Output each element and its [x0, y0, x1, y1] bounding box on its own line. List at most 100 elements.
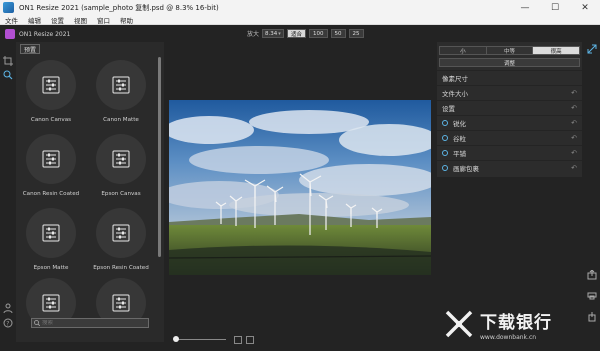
preset-thumbnail [96, 60, 146, 110]
preset-label: Epson Resin Coated [93, 265, 149, 271]
section-label: 像素尺寸 [442, 74, 468, 83]
zoom-tool-icon[interactable] [3, 70, 13, 80]
toggle-dot-icon[interactable] [442, 134, 448, 141]
preset-item[interactable]: Epson Resin Coated [86, 208, 156, 284]
zoom-slider-track[interactable] [176, 339, 226, 340]
reset-icon[interactable]: ↶ [571, 89, 577, 97]
app-icon [3, 2, 14, 13]
zoom-value: 8.34 [265, 30, 278, 37]
app-header: ON1 Resize 2021 放大 8.34 ▾ 适合 100 50 25 [0, 26, 600, 42]
preset-thumbnail [26, 208, 76, 258]
section-label: 设置 [442, 104, 455, 113]
preset-label: Canon Resin Coated [22, 191, 80, 197]
reset-icon[interactable]: ↶ [571, 134, 577, 142]
menu-view[interactable]: 视图 [69, 15, 92, 25]
section-settings[interactable]: 设置 ↶ [437, 100, 582, 114]
segment-medium[interactable]: 中等 [486, 47, 534, 55]
reset-icon[interactable]: ↶ [571, 149, 577, 157]
maximize-button[interactable]: ☐ [540, 0, 570, 15]
title-bar: ON1 Resize 2021 (sample_photo 复制.psd @ 8… [0, 0, 600, 15]
sliders-icon [112, 150, 130, 168]
minimize-button[interactable]: — [510, 0, 540, 15]
segment-small[interactable]: 小 [440, 47, 487, 55]
zoom-50-button[interactable]: 50 [330, 29, 346, 38]
preset-thumbnail [26, 60, 76, 110]
chevron-down-icon: ▾ [278, 30, 281, 37]
watermark-title: 下载银行 [480, 312, 552, 333]
sliders-icon [112, 294, 130, 312]
section-gallery-wrap[interactable]: 画廊包裹 ↶ [437, 160, 582, 174]
preset-label: Epson Matte [33, 265, 69, 271]
reset-icon[interactable]: ↶ [571, 119, 577, 127]
zoom-100-button[interactable]: 100 [309, 29, 328, 38]
zoom-label: 放大 [247, 31, 260, 38]
watermark-logo-icon [445, 310, 473, 338]
single-view-icon[interactable] [234, 336, 242, 344]
resize-tool-icon[interactable] [587, 44, 597, 54]
help-icon[interactable]: ? [3, 318, 13, 328]
menu-file[interactable]: 文件 [0, 15, 23, 25]
preset-thumbnail [96, 208, 146, 258]
photo-preview[interactable] [169, 100, 431, 275]
sliders-icon [42, 76, 60, 94]
menu-settings[interactable]: 设置 [46, 15, 69, 25]
sliders-icon [42, 294, 60, 312]
close-button[interactable]: ✕ [570, 0, 600, 15]
brand-name: ON1 Resize 2021 [19, 30, 71, 38]
reset-icon[interactable]: ↶ [571, 164, 577, 172]
toggle-dot-icon[interactable] [442, 119, 448, 126]
menu-edit[interactable]: 编辑 [23, 15, 46, 25]
sliders-icon [42, 224, 60, 242]
sliders-icon [42, 150, 60, 168]
segment-high[interactable]: 很高 [533, 47, 580, 55]
sliders-icon [112, 76, 130, 94]
section-tiling[interactable]: 平铺 ↶ [437, 145, 582, 159]
user-icon[interactable] [3, 303, 13, 313]
toggle-dot-icon[interactable] [442, 164, 448, 171]
preset-item[interactable]: Canon Canvas [16, 60, 86, 136]
preset-label: Canon Matte [103, 117, 139, 123]
sliders-icon [112, 224, 130, 242]
menu-help[interactable]: 帮助 [115, 15, 138, 25]
preset-item[interactable]: Epson Matte [16, 208, 86, 284]
zoom-fit-button[interactable]: 适合 [287, 29, 307, 38]
toggle-dot-icon[interactable] [442, 149, 448, 156]
preset-label: Canon Canvas [30, 117, 72, 123]
section-file-size[interactable]: 文件大小 ↶ [437, 85, 582, 99]
zoom-select[interactable]: 8.34 ▾ [262, 29, 285, 38]
search-input[interactable] [42, 320, 142, 326]
preset-thumbnail [96, 134, 146, 184]
compare-view-icon[interactable] [246, 336, 254, 344]
settings-panel: 小 中等 很高 调整 像素尺寸 文件大小 ↶ 设置 ↶ 锐化 ↶ 谷粒 ↶ 平铺… [437, 42, 582, 177]
reset-icon[interactable]: ↶ [571, 104, 577, 112]
search-icon [34, 320, 40, 326]
section-label: 平铺 [453, 149, 466, 158]
zoom-25-button[interactable]: 25 [348, 29, 364, 38]
watermark-url: www.downbank.cn [480, 333, 537, 341]
print-icon[interactable] [587, 290, 597, 300]
tab-presets[interactable]: 预置 [20, 44, 41, 54]
section-label: 锐化 [453, 119, 466, 128]
export-icon[interactable] [587, 270, 597, 280]
menu-window[interactable]: 窗口 [92, 15, 115, 25]
preset-label: Epson Canvas [101, 191, 141, 197]
adjust-button[interactable]: 调整 [439, 58, 580, 67]
quality-segmented-control: 小 中等 很高 [439, 46, 580, 55]
canvas-bottom-bar [164, 334, 436, 346]
preset-search[interactable] [31, 318, 149, 328]
section-sharpen[interactable]: 锐化 ↶ [437, 115, 582, 129]
preset-item[interactable]: Canon Resin Coated [16, 134, 86, 210]
section-label: 文件大小 [442, 89, 468, 98]
section-grain[interactable]: 谷粒 ↶ [437, 130, 582, 144]
preset-item[interactable]: Canon Matte [86, 60, 156, 136]
preset-item[interactable]: Epson Canvas [86, 134, 156, 210]
crop-tool-icon[interactable] [3, 56, 13, 66]
zoom-slider-thumb[interactable] [173, 336, 179, 342]
section-pixel-dimensions[interactable]: 像素尺寸 [437, 70, 582, 84]
zoom-controls: 放大 8.34 ▾ 适合 100 50 25 [247, 29, 364, 38]
watermark: 下载银行 www.downbank.cn [444, 300, 589, 348]
image-canvas [164, 42, 436, 342]
section-label: 画廊包裹 [453, 164, 479, 173]
svg-text:?: ? [6, 320, 9, 327]
presets-scrollbar[interactable] [158, 57, 161, 257]
